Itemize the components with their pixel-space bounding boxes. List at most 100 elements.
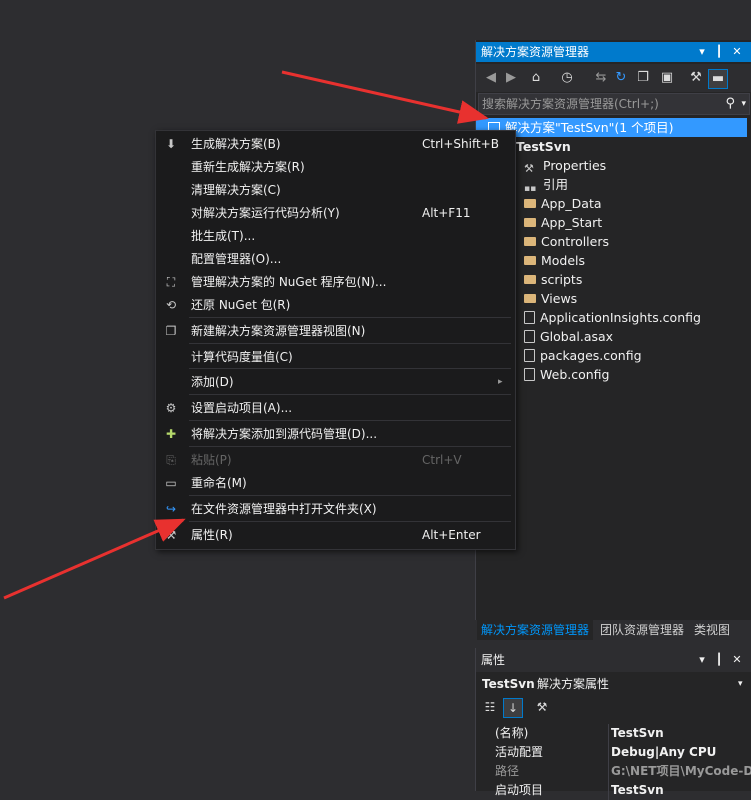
search-input[interactable]: 搜索解决方案资源管理器(Ctrl+;): [479, 97, 659, 111]
chevron-down-icon[interactable]: ▾: [738, 674, 743, 694]
tree-item[interactable]: ⚒ Properties: [524, 156, 606, 175]
menu-item[interactable]: ⚙ 设置启动项目(A)...: [156, 397, 515, 419]
tree-item[interactable]: Web.config: [524, 365, 609, 384]
menu-item-label: 将解决方案添加到源代码管理(D)...: [191, 427, 378, 441]
menu-item[interactable]: ▭ 重命名(M): [156, 472, 515, 494]
collapse-all-icon[interactable]: ❐: [634, 69, 652, 87]
tree-item[interactable]: scripts: [524, 270, 582, 289]
menu-item[interactable]: 计算代码度量值(C): [156, 346, 515, 368]
tree-item[interactable]: packages.config: [524, 346, 642, 365]
menu-separator: [189, 420, 511, 421]
menu-item[interactable]: ✚ 将解决方案添加到源代码管理(D)...: [156, 423, 515, 445]
menu-item[interactable]: 重新生成解决方案(R): [156, 156, 515, 178]
tab-team-explorer[interactable]: 团队资源管理器: [596, 620, 688, 640]
tab-class-view[interactable]: 类视图: [690, 620, 734, 640]
open-folder-icon: ↪: [165, 502, 177, 516]
menu-separator: [189, 394, 511, 395]
folder-icon: [524, 275, 536, 284]
menu-item-shortcut: Alt+Enter: [422, 528, 481, 542]
tree-item-label: App_Start: [541, 215, 603, 230]
search-icon[interactable]: ⚲: [725, 94, 735, 114]
references-icon: ▪▪: [524, 184, 537, 194]
show-all-files-icon[interactable]: ▣: [658, 69, 676, 87]
menu-item-label: 批生成(T)...: [191, 229, 256, 243]
sync-icon[interactable]: ⇆: [592, 69, 610, 87]
refresh-icon[interactable]: ↻: [612, 69, 630, 87]
menu-item[interactable]: ↪ 在文件资源管理器中打开文件夹(X): [156, 498, 515, 520]
menu-item-label: 在文件资源管理器中打开文件夹(X): [191, 502, 377, 516]
tree-item-label: Web.config: [540, 367, 610, 382]
menu-item[interactable]: 批生成(T)...: [156, 225, 515, 247]
menu-item-shortcut: Ctrl+V: [422, 453, 462, 467]
tree-item[interactable]: App_Data: [524, 194, 602, 213]
tree-item[interactable]: App_Start: [524, 213, 602, 232]
property-row[interactable]: 路径 G:\NET项目\MyCode-D: [476, 762, 751, 781]
menu-item[interactable]: ⟲ 还原 NuGet 包(R): [156, 294, 515, 316]
gear-icon: ⚙: [165, 401, 177, 415]
menu-item[interactable]: ❐ 新建解决方案资源管理器视图(N): [156, 320, 515, 342]
property-row[interactable]: (名称) TestSvn: [476, 724, 751, 743]
menu-item-label: 清理解决方案(C): [191, 183, 281, 197]
solution-explorer-title-bar: 解决方案资源管理器 ▾ ┃ ✕: [476, 42, 751, 62]
menu-item-label: 设置启动项目(A)...: [191, 401, 293, 415]
menu-item-shortcut: Alt+F11: [422, 206, 471, 220]
tab-solution-explorer[interactable]: 解决方案资源管理器: [477, 620, 594, 640]
alphabetical-icon[interactable]: ↓: [503, 698, 523, 718]
close-icon[interactable]: ✕: [730, 42, 744, 62]
menu-item[interactable]: 配置管理器(O)...: [156, 248, 515, 270]
folder-icon: [524, 256, 536, 265]
folder-icon: [524, 294, 536, 303]
home-icon[interactable]: ⌂: [527, 69, 545, 87]
solution-node-label: 解决方案"TestSvn"(1 个项目): [505, 120, 674, 135]
tree-item-label: ApplicationInsights.config: [540, 310, 701, 325]
tree-item-label: scripts: [541, 272, 583, 287]
rename-icon: ▭: [165, 476, 177, 490]
new-view-icon: ❐: [165, 324, 177, 338]
source-control-icon: ✚: [165, 427, 177, 441]
history-icon[interactable]: ◷: [558, 69, 576, 87]
properties-object-selector[interactable]: TestSvn 解决方案属性 ▾: [476, 674, 751, 694]
menu-item[interactable]: ⬇ 生成解决方案(B) Ctrl+Shift+B: [156, 133, 515, 155]
menu-item[interactable]: ⎘ 粘贴(P) Ctrl+V: [156, 449, 515, 471]
properties-wrench-icon[interactable]: ⚒: [687, 69, 705, 87]
property-value: Debug|Any CPU: [611, 745, 717, 759]
search-options-icon[interactable]: ▾: [741, 94, 746, 114]
menu-item[interactable]: 添加(D) ▸: [156, 371, 515, 393]
tree-item-label: packages.config: [540, 348, 642, 363]
tree-item-label: Models: [541, 253, 586, 268]
menu-item-label: 添加(D): [191, 375, 234, 389]
tree-item-label: Controllers: [541, 234, 609, 249]
tree-item[interactable]: Global.asax: [524, 327, 613, 346]
tree-item[interactable]: ApplicationInsights.config: [524, 308, 701, 327]
forward-icon[interactable]: ▶: [502, 69, 520, 87]
tree-item[interactable]: Controllers: [524, 232, 609, 251]
property-divider: [608, 762, 609, 781]
menu-item[interactable]: 清理解决方案(C): [156, 179, 515, 201]
properties-pin-icon[interactable]: ┃: [712, 648, 726, 672]
tree-item[interactable]: Models: [524, 251, 585, 270]
menu-item[interactable]: ⛶ 管理解决方案的 NuGet 程序包(N)...: [156, 271, 515, 293]
preview-icon[interactable]: ▬: [708, 69, 728, 89]
menu-item[interactable]: 对解决方案运行代码分析(Y) Alt+F11: [156, 202, 515, 224]
property-row[interactable]: 活动配置 Debug|Any CPU: [476, 743, 751, 762]
back-icon[interactable]: ◀: [482, 69, 500, 87]
asax-file-icon: [524, 330, 535, 343]
dropdown-icon[interactable]: ▾: [695, 42, 709, 62]
menu-item-label: 计算代码度量值(C): [191, 350, 293, 364]
tree-item[interactable]: Views: [524, 289, 577, 308]
menu-item[interactable]: ⚒ 属性(R) Alt+Enter: [156, 524, 515, 546]
config-file-icon: [524, 349, 535, 362]
pin-icon[interactable]: ┃: [712, 42, 726, 62]
tree-solution-node[interactable]: 解决方案"TestSvn"(1 个项目): [476, 118, 747, 137]
properties-panel: 属性 ▾ ┃ ✕ TestSvn 解决方案属性 ▾ ☷ ↓ ⚒ (名称) Test…: [475, 648, 751, 800]
properties-close-icon[interactable]: ✕: [730, 648, 744, 672]
property-value: TestSvn: [611, 726, 664, 740]
solution-explorer-search[interactable]: 搜索解决方案资源管理器(Ctrl+;) ⚲ ▾: [478, 93, 750, 115]
property-pages-icon[interactable]: ⚒: [533, 698, 551, 716]
properties-dropdown-icon[interactable]: ▾: [695, 648, 709, 672]
categorized-icon[interactable]: ☷: [481, 698, 499, 716]
properties-toolbar: ☷ ↓ ⚒: [476, 698, 751, 720]
tree-item-label: App_Data: [541, 196, 602, 211]
properties-title: 属性: [481, 653, 506, 667]
tree-item[interactable]: ▪▪ 引用: [524, 175, 568, 194]
